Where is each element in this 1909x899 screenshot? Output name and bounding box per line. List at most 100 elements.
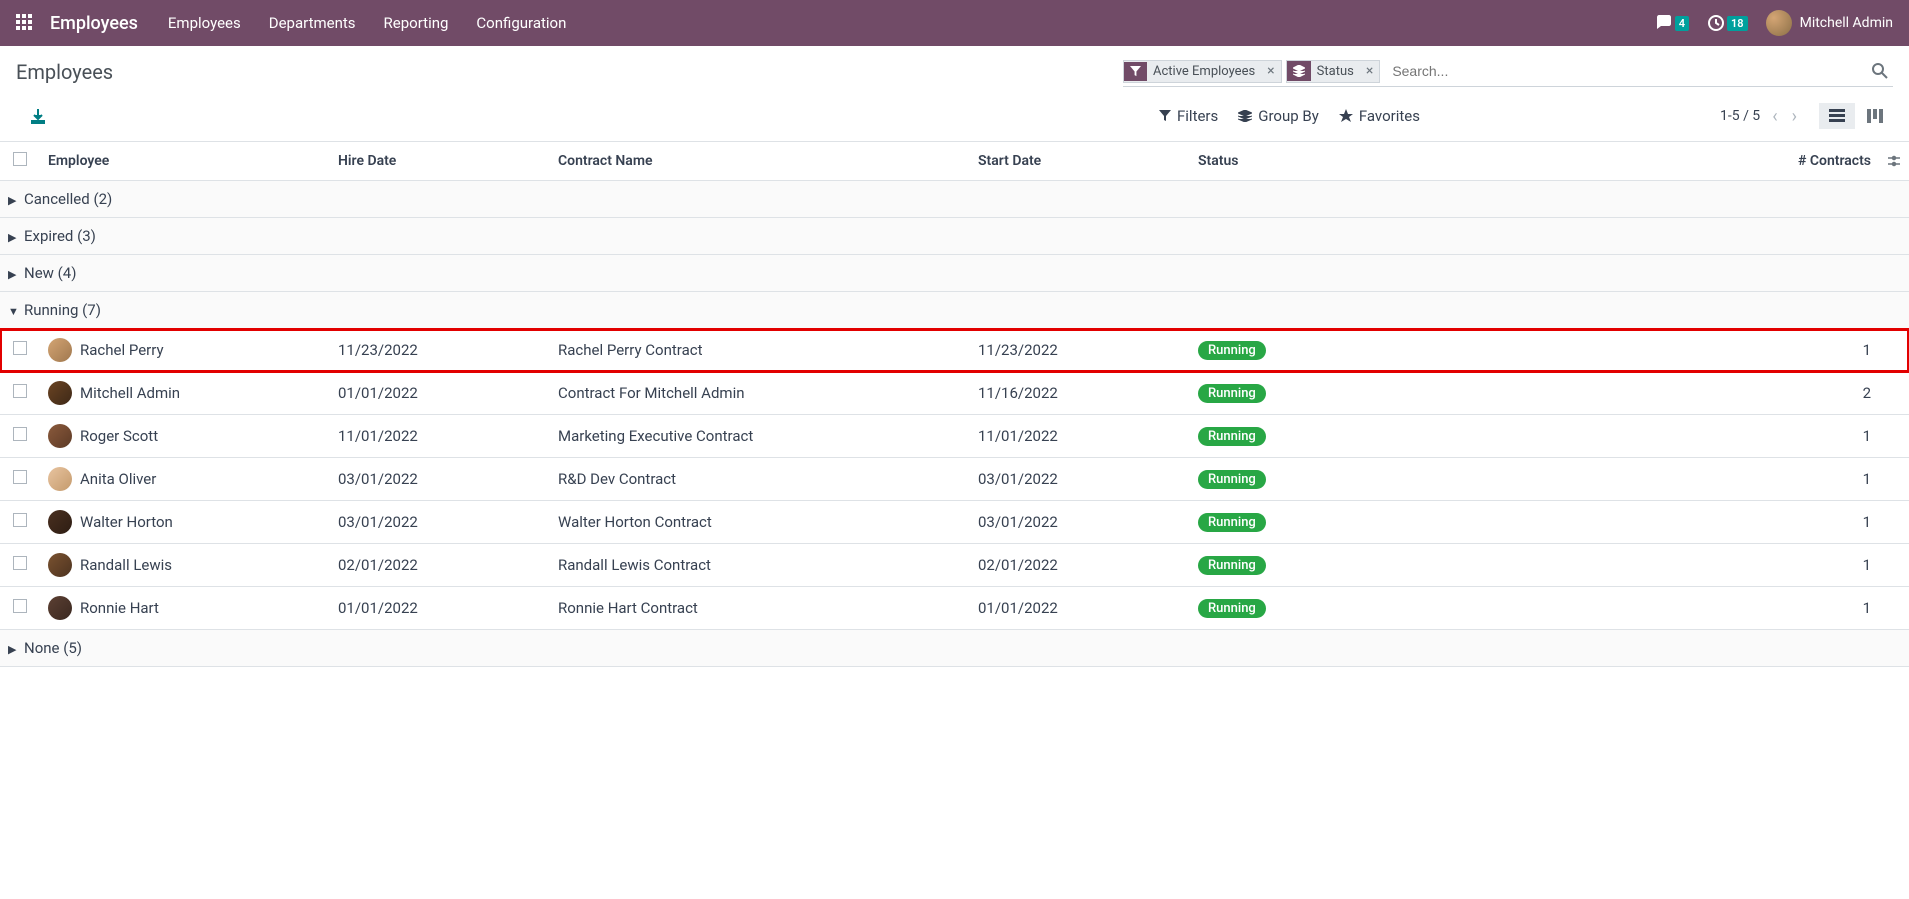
search-facet-groupby: Status × [1286,60,1381,83]
col-status[interactable]: Status [1190,142,1430,181]
app-brand[interactable]: Employees [50,13,138,34]
facet-remove-icon[interactable]: × [1360,63,1379,79]
table-header-row: Employee Hire Date Contract Name Start D… [0,142,1909,181]
nav-item-departments[interactable]: Departments [269,14,356,32]
start-date: 01/01/2022 [970,587,1190,630]
employee-avatar-icon [48,596,72,620]
pager-prev-icon[interactable]: ‹ [1770,106,1779,127]
caret-icon: ▼ [8,305,20,318]
filters-button[interactable]: Filters [1159,107,1218,125]
view-switcher [1819,103,1893,129]
employee-avatar-icon [48,467,72,491]
caret-icon: ▶ [8,194,20,207]
pager-next-icon[interactable]: › [1790,106,1799,127]
employee-name: Roger Scott [80,427,158,445]
status-badge: Running [1198,341,1266,360]
nav-menu: Employees Departments Reporting Configur… [168,14,566,32]
top-navbar: Employees Employees Departments Reportin… [0,0,1909,46]
start-date: 02/01/2022 [970,544,1190,587]
status-badge: Running [1198,513,1266,532]
caret-icon: ▶ [8,643,20,656]
filters-label: Filters [1177,107,1218,125]
pager-value[interactable]: 1-5 / 5 [1720,108,1760,124]
group-row[interactable]: ▶Expired (3) [0,218,1909,255]
col-contracts[interactable]: # Contracts [1430,142,1879,181]
facet-remove-icon[interactable]: × [1261,63,1280,79]
funnel-icon [1124,62,1147,81]
table-row[interactable]: Ronnie Hart 01/01/2022 Ronnie Hart Contr… [0,587,1909,630]
breadcrumb: Employees [16,60,113,84]
table-row[interactable]: Anita Oliver 03/01/2022 R&D Dev Contract… [0,458,1909,501]
group-row[interactable]: ▶None (5) [0,630,1909,667]
user-avatar-icon [1766,10,1792,36]
groupby-button[interactable]: Group By [1238,107,1319,125]
hire-date: 11/23/2022 [330,329,550,372]
group-row[interactable]: ▶New (4) [0,255,1909,292]
contracts-count: 1 [1430,587,1879,630]
hire-date: 01/01/2022 [330,587,550,630]
col-hire-date[interactable]: Hire Date [330,142,550,181]
hire-date: 01/01/2022 [330,372,550,415]
control-panel: Employees Active Employees × Status × [0,46,1909,141]
row-checkbox[interactable] [13,599,27,613]
select-all-checkbox[interactable] [13,152,27,166]
favorites-label: Favorites [1359,107,1420,125]
row-checkbox[interactable] [13,341,27,355]
contract-name: Rachel Perry Contract [550,329,970,372]
row-checkbox[interactable] [13,513,27,527]
contract-name: R&D Dev Contract [550,458,970,501]
employee-name: Walter Horton [80,513,173,531]
search-bar: Active Employees × Status × [1123,56,1893,87]
employee-avatar-icon [48,510,72,534]
start-date: 11/16/2022 [970,372,1190,415]
search-facet-filter: Active Employees × [1123,60,1282,83]
col-contract-name[interactable]: Contract Name [550,142,970,181]
table-row[interactable]: Randall Lewis 02/01/2022 Randall Lewis C… [0,544,1909,587]
row-checkbox[interactable] [13,384,27,398]
table-row[interactable]: Mitchell Admin 01/01/2022 Contract For M… [0,372,1909,415]
start-date: 11/01/2022 [970,415,1190,458]
table-row[interactable]: Walter Horton 03/01/2022 Walter Horton C… [0,501,1909,544]
status-badge: Running [1198,599,1266,618]
start-date: 03/01/2022 [970,458,1190,501]
employee-avatar-icon [48,338,72,362]
employee-avatar-icon [48,381,72,405]
row-checkbox[interactable] [13,470,27,484]
nav-item-configuration[interactable]: Configuration [476,14,566,32]
col-start-date[interactable]: Start Date [970,142,1190,181]
hire-date: 03/01/2022 [330,501,550,544]
optional-fields-icon[interactable] [1879,142,1909,181]
employee-name: Rachel Perry [80,341,164,359]
row-checkbox[interactable] [13,556,27,570]
apps-icon[interactable] [16,14,34,32]
contracts-count: 1 [1430,329,1879,372]
messages-icon[interactable]: 4 [1655,15,1689,31]
list-view-icon[interactable] [1819,103,1855,129]
row-checkbox[interactable] [13,427,27,441]
nav-item-reporting[interactable]: Reporting [384,14,449,32]
hire-date: 11/01/2022 [330,415,550,458]
col-employee[interactable]: Employee [40,142,330,181]
groupby-label: Group By [1258,107,1319,125]
group-row[interactable]: ▶Cancelled (2) [0,181,1909,218]
user-menu[interactable]: Mitchell Admin [1766,10,1893,36]
search-icon[interactable] [1867,58,1893,84]
employee-table: Employee Hire Date Contract Name Start D… [0,141,1909,667]
messages-badge: 4 [1675,16,1689,31]
download-icon[interactable] [30,108,46,124]
caret-icon: ▶ [8,231,20,244]
favorites-button[interactable]: Favorites [1339,107,1420,125]
activities-badge: 18 [1727,16,1748,31]
table-row[interactable]: Roger Scott 11/01/2022 Marketing Executi… [0,415,1909,458]
activities-icon[interactable]: 18 [1707,14,1748,32]
group-row[interactable]: ▼Running (7) [0,292,1909,329]
employee-name: Randall Lewis [80,556,172,574]
contract-name: Contract For Mitchell Admin [550,372,970,415]
table-row[interactable]: Rachel Perry 11/23/2022 Rachel Perry Con… [0,329,1909,372]
employee-name: Mitchell Admin [80,384,180,402]
search-input[interactable] [1384,59,1859,83]
user-name: Mitchell Admin [1800,15,1893,31]
kanban-view-icon[interactable] [1857,103,1893,129]
nav-item-employees[interactable]: Employees [168,14,241,32]
contracts-count: 1 [1430,501,1879,544]
